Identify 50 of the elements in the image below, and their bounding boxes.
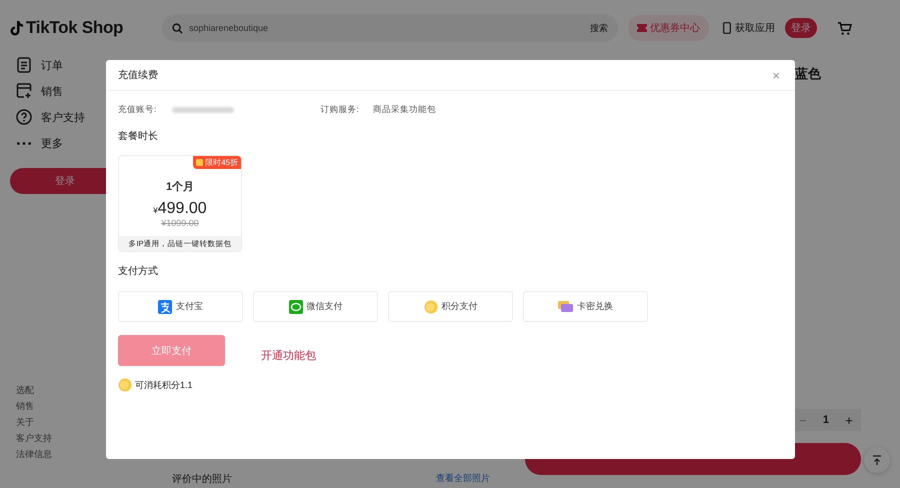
coupon-button[interactable]: 优惠券中心: [628, 15, 709, 41]
coin-icon: [118, 378, 132, 392]
blurred-account: [172, 107, 234, 113]
original-price: ¥1099.00: [161, 218, 199, 228]
ticket-icon: [637, 24, 647, 32]
cart-icon[interactable]: [837, 20, 852, 36]
more-icon: [17, 142, 31, 144]
get-app-button[interactable]: 获取应用: [723, 21, 775, 35]
logo-icon: [10, 20, 24, 36]
store-add-icon: [16, 83, 32, 99]
section-title: 套餐时长: [118, 130, 158, 144]
dialog-title: 充值续费: [118, 68, 159, 82]
sidebar-item[interactable]: 更多: [41, 136, 63, 150]
chat-bubble-icon: [288, 300, 302, 314]
close-button[interactable]: ×: [772, 68, 780, 82]
logo-text: TikTok Shop: [26, 18, 124, 38]
payment-option[interactable]: 微信支付: [253, 291, 378, 322]
payment-app-icon: [158, 300, 172, 314]
payment-option[interactable]: 积分支付: [388, 291, 513, 322]
search-button[interactable]: 搜索: [590, 22, 608, 34]
plan-name: 1个月: [166, 180, 194, 194]
arrow-up-icon: [872, 454, 882, 466]
sidebar-item[interactable]: 销售: [41, 84, 63, 98]
points-balance: 可消耗积分1.1: [135, 378, 193, 392]
product-title: 蓝色: [795, 65, 822, 83]
quantity-value: 1: [822, 414, 830, 426]
sidebar-item[interactable]: 客户支持: [41, 110, 85, 124]
payment-option[interactable]: 卡密兑换: [523, 291, 648, 322]
section-title: 评价中的照片: [172, 472, 232, 486]
back-to-top-button[interactable]: [864, 447, 890, 473]
field-label: 订购服务:: [320, 104, 359, 116]
field-label: 充值账号:: [118, 104, 156, 116]
section-title: 支付方式: [118, 264, 158, 279]
card-icon: [558, 300, 573, 312]
discount-badge: 限时45折: [193, 156, 241, 169]
currency-symbol: ¥: [153, 206, 158, 215]
view-all-link[interactable]: 查看全部照片: [436, 472, 490, 486]
payment-option[interactable]: 支付宝: [118, 291, 243, 322]
plus-button[interactable]: +: [845, 412, 853, 428]
activate-link[interactable]: 开通功能包: [261, 348, 316, 362]
login-button[interactable]: 登录: [785, 18, 817, 38]
document-icon: [16, 57, 32, 73]
sidebar-item[interactable]: 订单: [41, 58, 63, 72]
plan-price: 499.00: [158, 200, 207, 218]
field-value: 商品采集功能包: [372, 104, 436, 116]
coin-icon: [424, 300, 438, 314]
help-icon: [16, 109, 32, 125]
search-icon: [172, 22, 183, 34]
phone-icon: [723, 22, 731, 34]
search-field[interactable]: sophiareneboutique 搜索: [162, 14, 618, 42]
